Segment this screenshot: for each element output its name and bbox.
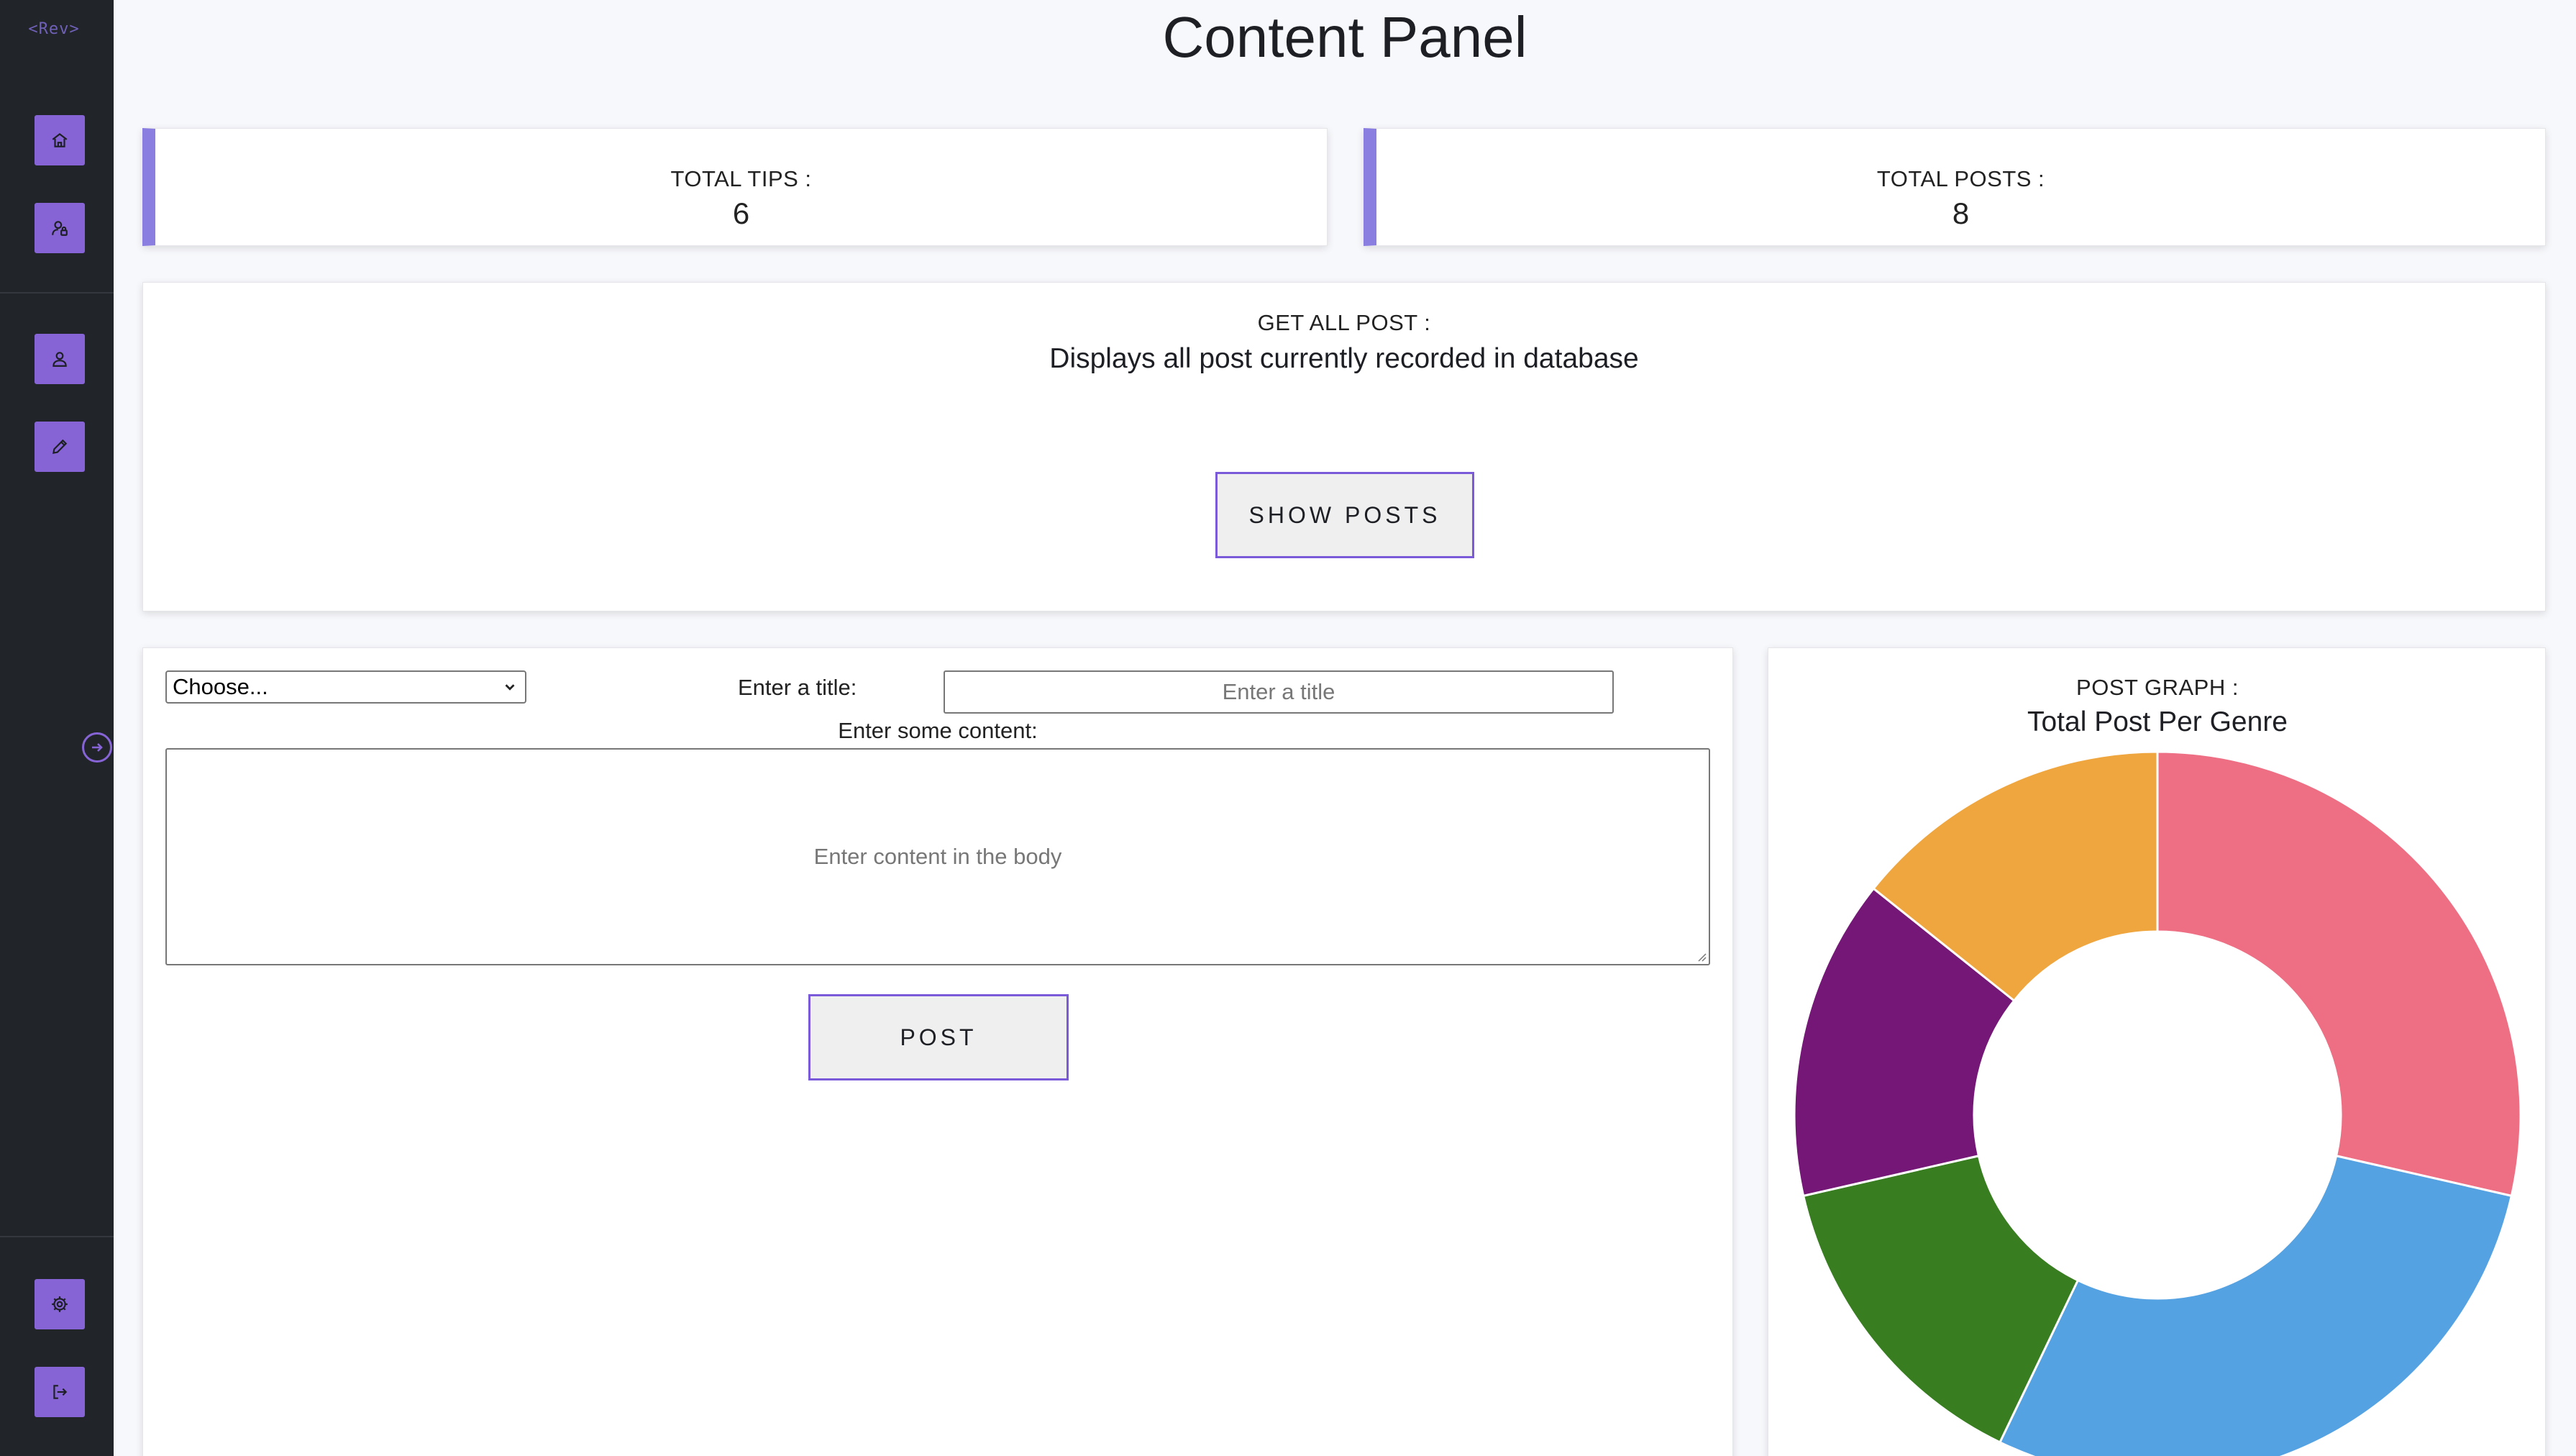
total-tips-card: TOTAL TIPS : 6 <box>142 128 1328 246</box>
sidebar-expand-button[interactable] <box>82 732 112 763</box>
content-textarea[interactable]: Enter content in the body <box>165 748 1710 965</box>
content-label: Enter some content: <box>838 718 1038 743</box>
get-all-posts-card: GET ALL POST : Displays all post current… <box>142 282 2546 611</box>
total-posts-label: TOTAL POSTS : <box>1876 166 2045 191</box>
get-all-description: Displays all post currently recorded in … <box>1049 343 1639 374</box>
total-posts-value: 8 <box>1952 196 1970 230</box>
total-tips-value: 6 <box>732 196 750 230</box>
genre-select[interactable]: Choose... <box>165 670 526 704</box>
sidebar-divider <box>0 292 114 294</box>
sidebar-item-profile[interactable] <box>35 334 85 384</box>
total-posts-card: TOTAL POSTS : 8 <box>1364 128 2546 246</box>
app-window: <Rev> Content Panel TOTAL TIPS : 6 TOTAL… <box>0 0 2576 1456</box>
sidebar-divider-bottom <box>0 1236 114 1237</box>
title-label: Enter a title: <box>738 675 857 700</box>
sidebar-item-settings[interactable] <box>35 1279 85 1329</box>
sidebar: <Rev> <box>0 0 114 1456</box>
app-logo[interactable]: <Rev> <box>0 20 108 38</box>
post-graph-label: POST GRAPH : <box>2076 675 2239 700</box>
home-icon <box>52 132 68 147</box>
arrow-right-circle-icon <box>92 743 103 752</box>
user-icon <box>52 352 67 367</box>
page-title: Content Panel <box>1162 5 1527 69</box>
sidebar-item-home[interactable] <box>35 115 85 165</box>
get-all-label: GET ALL POST : <box>1257 310 1431 335</box>
logout-icon <box>53 1385 68 1399</box>
genre-donut-chart <box>1793 750 2522 1456</box>
donut-slice[interactable] <box>1998 1154 2513 1456</box>
donut-slice[interactable] <box>2156 750 2522 1198</box>
pencil-icon <box>52 439 68 455</box>
genre-select-value: Choose... <box>173 674 268 699</box>
title-input-placeholder: Enter a title <box>1222 679 1335 704</box>
show-posts-button[interactable]: SHOW POSTS <box>1215 472 1474 558</box>
chevron-down-icon <box>505 684 515 691</box>
user-lock-icon <box>52 221 68 236</box>
resize-grip-icon[interactable] <box>1696 951 1707 963</box>
sidebar-item-logout[interactable] <box>35 1367 85 1417</box>
total-tips-label: TOTAL TIPS : <box>670 166 812 191</box>
sidebar-item-content[interactable] <box>35 422 85 472</box>
post-button[interactable]: POST <box>808 994 1069 1080</box>
gear-icon <box>52 1296 68 1312</box>
title-input[interactable]: Enter a title <box>944 670 1614 714</box>
logo-text: <Rev> <box>28 20 80 38</box>
sidebar-item-admin[interactable] <box>35 203 85 253</box>
content-textarea-placeholder: Enter content in the body <box>813 844 1062 869</box>
